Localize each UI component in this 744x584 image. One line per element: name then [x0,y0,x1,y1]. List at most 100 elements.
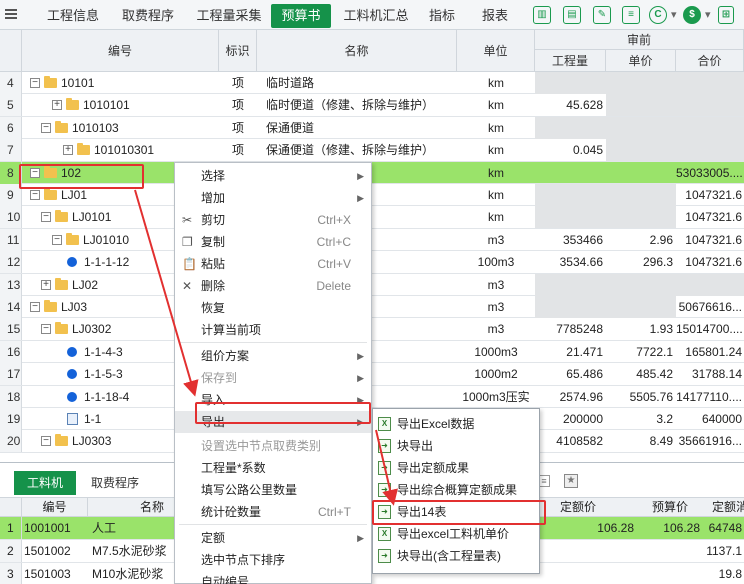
dropdown-arrow-icon-2[interactable]: ▾ [705,8,711,21]
quantity-cell[interactable] [535,116,606,139]
header-code[interactable]: 编号 [22,30,219,72]
unit-cell[interactable]: km [457,139,535,161]
total-cell[interactable]: 1047321.6 [676,251,744,273]
collapse-icon[interactable]: − [30,302,40,312]
unit-cell[interactable]: 100m3 [457,251,535,273]
price-cell[interactable] [606,206,676,229]
bottom-tab-materials[interactable]: 工料机 [14,471,76,495]
collapse-icon[interactable]: − [41,212,51,223]
unit-cell[interactable]: km [457,162,535,184]
menu-item[interactable]: ❐ 复制 Ctrl+C [175,231,371,253]
total-cell[interactable]: 1047321.6 [676,206,744,228]
total-cell[interactable]: 165801.24 [676,341,744,363]
tab-project-info[interactable]: 工程信息 [40,4,106,28]
menu-item[interactable]: 增加 ▶ [175,187,371,209]
menu-item[interactable]: 组价方案 ▶ [175,345,371,367]
quantity-cell[interactable] [535,162,606,184]
header-price[interactable]: 单价 [606,50,676,72]
toolbar-icon-5[interactable]: C [649,6,667,24]
budget-price-cell[interactable] [640,563,704,584]
tab-reports[interactable]: 报表 [474,4,516,28]
collapse-icon[interactable]: − [52,234,62,245]
table-row[interactable]: 13 + LJ02 m3 [0,273,744,296]
price-cell[interactable] [606,273,676,296]
name-cell[interactable]: 临时便道（修建、拆除与维护） [257,94,457,116]
tab-fee-program[interactable]: 取费程序 [116,4,180,28]
collapse-icon[interactable]: − [30,190,40,200]
unit-cell[interactable]: m3 [457,229,535,251]
bottom-header-name[interactable]: 名称 [140,498,176,516]
total-cell[interactable]: 19.8 [706,563,744,584]
fixed-price-cell[interactable] [560,563,638,584]
price-cell[interactable]: 485.42 [606,363,676,385]
price-cell[interactable]: 296.3 [606,251,676,273]
table-row[interactable]: 4− 10101 项临时道路 km [0,72,744,95]
table-row[interactable]: 7 +101010301 项保通便道（修建、拆除与维护） km 0.045 [0,139,744,162]
price-cell[interactable]: 2.96 [606,229,676,251]
flag-cell[interactable]: 项 [219,139,257,161]
price-cell[interactable] [606,296,676,318]
total-cell[interactable]: 640000 [676,408,744,430]
bottom-header-budget-price[interactable]: 预算价 [640,498,700,516]
unit-cell[interactable]: km [457,72,535,94]
table-row[interactable]: 10 − LJ0101 km 1047321.6 [0,206,744,229]
quantity-cell[interactable]: 0.045 [535,139,606,161]
table-row[interactable]: 171-1-5-3履带式拖拉机...1000m265.486485.423178… [0,363,744,386]
name-cell[interactable]: 临时道路 [257,72,457,94]
menu-item[interactable]: 定额 ▶ [175,527,371,549]
currency-icon[interactable]: $ [683,6,701,24]
unit-cell[interactable]: m3 [457,318,535,340]
price-cell[interactable] [606,116,676,139]
quantity-cell[interactable]: 65.486 [535,363,606,385]
code-cell[interactable]: +101010301 [22,139,219,161]
quantity-cell[interactable] [535,72,606,94]
tab-indicators[interactable]: 指标 [422,4,462,28]
submenu-item[interactable]: X 导出Excel数据 [373,413,539,435]
flag-cell[interactable]: 项 [219,94,257,116]
fixed-price-cell[interactable] [560,540,638,562]
menu-item[interactable]: 自动编号 [175,571,371,584]
table-row[interactable]: 15 − LJ0302 m3 7785248 1.93 15014700.... [0,318,744,341]
toolbar-icon-3[interactable]: ✎ [593,6,611,24]
header-unit[interactable]: 单位 [457,30,535,72]
total-cell[interactable] [676,273,744,296]
budget-price-cell[interactable]: 106.28 [640,517,704,539]
flag-cell[interactable]: 项 [219,72,257,94]
code-cell[interactable]: − 10101 [22,72,219,94]
total-cell[interactable]: 1047321.6 [676,229,744,251]
code-cell[interactable]: − 1010103 [22,117,219,139]
submenu-item[interactable]: ➜ 块导出 [373,435,539,457]
price-cell[interactable] [606,94,676,117]
quantity-cell[interactable]: 21.471 [535,341,606,363]
total-cell[interactable]: 35661916... [676,430,744,452]
expand-icon[interactable]: + [41,279,51,290]
menu-item[interactable]: 计算当前项 [175,319,371,341]
quantity-cell[interactable]: 3534.66 [535,251,606,273]
menu-item[interactable]: ✂ 剪切 Ctrl+X [175,209,371,231]
total-cell[interactable]: 64748 [706,517,744,539]
price-cell[interactable]: 3.2 [606,408,676,430]
tab-budget-book[interactable]: 预算书 [271,4,331,28]
quantity-cell[interactable] [535,296,606,318]
tab-quantity-collection[interactable]: 工程量采集 [190,4,268,28]
material-code-cell[interactable]: 1501002 [24,540,88,562]
table-row[interactable]: 14− LJ03 m3 50676616... [0,296,744,319]
submenu-item[interactable]: ➜ 导出定额成果 [373,457,539,479]
menu-item[interactable]: 选中节点下排序 [175,549,371,571]
material-code-cell[interactable]: 1501003 [24,563,88,584]
code-cell[interactable]: +1010101 [22,94,219,116]
quantity-cell[interactable]: 7785248 [535,318,606,340]
menu-item[interactable]: 工程量*系数 [175,457,371,479]
table-row[interactable]: 6 − 1010103 项保通便道 km [0,116,744,140]
header-quantity[interactable]: 工程量 [535,50,606,72]
table-row[interactable]: 121-1-1-12孔清除表土100m33534.66296.31047321.… [0,251,744,274]
toolbar-icon-6[interactable]: ⊞ [718,6,734,24]
table-row[interactable]: 5 +1010101 项临时便道（修建、拆除与维护） km 45.628 [0,94,744,117]
name-cell[interactable]: 保通便道 [257,117,457,139]
material-code-cell[interactable]: 1001001 [24,517,88,539]
material-name-cell[interactable]: M7.5水泥砂浆 [92,540,176,562]
collapse-icon[interactable]: − [41,436,51,447]
collapse-icon[interactable]: − [30,78,40,88]
table-row[interactable]: 16 1-1-4-3 1000m3 21.471 7722.1 165801.24 [0,340,744,364]
tab-material-summary[interactable]: 工料机汇总 [340,4,412,28]
